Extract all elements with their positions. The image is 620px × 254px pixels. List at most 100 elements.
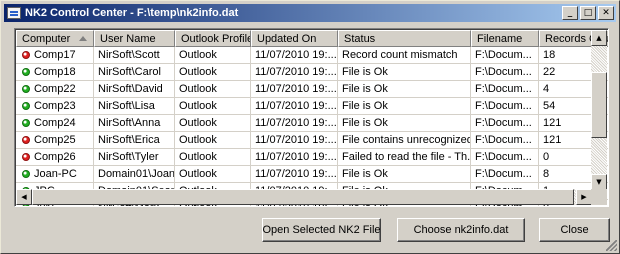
cell-text: 22 xyxy=(543,66,556,78)
table-row[interactable]: Comp24 NirSoft\Anna Outlook 11/07/2010 19:.… xyxy=(16,115,608,132)
cell-text: 0 xyxy=(543,151,550,163)
cell-text: File is Ok xyxy=(342,83,388,95)
table-cell-updated-on: 11/07/2010 19:... xyxy=(251,115,338,132)
cell-text: NirSoft\Erica xyxy=(98,134,160,146)
close-button[interactable]: Close xyxy=(539,218,610,242)
column-header-label: Filename xyxy=(477,33,523,45)
scroll-left-button[interactable]: ◀ xyxy=(16,189,32,205)
table-cell-user-name: NirSoft\Tyler xyxy=(94,149,175,166)
cell-text: 11/07/2010 19:... xyxy=(255,117,337,129)
table-cell-user-name: NirSoft\Erica xyxy=(94,132,175,149)
table-cell-status: File contains unrecognized... xyxy=(338,132,471,149)
cell-text: NirSoft\Tyler xyxy=(98,151,159,163)
minimize-button[interactable]: _ xyxy=(562,6,578,20)
table-row[interactable]: Comp17 NirSoft\Scott Outlook 11/07/2010 19:… xyxy=(16,47,608,64)
table-cell-outlook-profile: Outlook xyxy=(175,98,251,115)
cell-text: Outlook xyxy=(179,83,217,95)
maximize-button[interactable]: □ xyxy=(580,6,596,20)
column-header-label: Updated On xyxy=(257,33,317,45)
cell-text: Comp26 xyxy=(34,151,76,163)
close-window-button[interactable]: ✕ xyxy=(598,6,614,20)
table-cell-outlook-profile: Outlook xyxy=(175,132,251,149)
table-cell-computer: Comp24 xyxy=(16,115,94,132)
horizontal-scrollbar[interactable]: ◀ ▶ xyxy=(16,189,592,205)
cell-text: Outlook xyxy=(179,168,217,180)
table-cell-status: File is Ok xyxy=(338,115,471,132)
table-cell-filename: F:\Docum... xyxy=(471,64,539,81)
status-ok-icon xyxy=(22,102,30,110)
table-cell-user-name: NirSoft\David xyxy=(94,81,175,98)
cell-text: F:\Docum... xyxy=(475,83,532,95)
column-header-user-name[interactable]: User Name xyxy=(94,30,175,47)
table-cell-outlook-profile: Outlook xyxy=(175,149,251,166)
table-row[interactable]: Comp25 NirSoft\Erica Outlook 11/07/2010 19:… xyxy=(16,132,608,149)
table-cell-status: File is Ok xyxy=(338,166,471,183)
table-cell-updated-on: 11/07/2010 19:... xyxy=(251,132,338,149)
status-ok-icon xyxy=(22,85,30,93)
table-cell-filename: F:\Docum... xyxy=(471,81,539,98)
cell-text: Domain01\Joan xyxy=(98,168,175,180)
table-cell-status: File is Ok xyxy=(338,81,471,98)
horizontal-scroll-thumb[interactable] xyxy=(32,189,574,205)
table-row[interactable]: Joan-PC Domain01\Joan Outlook 11/07/2010 19… xyxy=(16,166,608,183)
status-error-icon xyxy=(22,136,30,144)
vertical-scrollbar[interactable]: ▲ ▼ xyxy=(591,30,607,190)
cell-text: Outlook xyxy=(179,134,217,146)
scroll-up-button[interactable]: ▲ xyxy=(591,30,607,46)
column-header-label: Computer xyxy=(22,33,71,45)
status-error-icon xyxy=(22,51,30,59)
scroll-down-button[interactable]: ▼ xyxy=(591,174,607,190)
column-header-computer[interactable]: Computer xyxy=(16,30,94,47)
column-header-label: Outlook Profile xyxy=(181,33,251,45)
table-cell-user-name: NirSoft\Lisa xyxy=(94,98,175,115)
cell-text: Outlook xyxy=(179,151,217,163)
title-buttons: _ □ ✕ xyxy=(560,6,614,20)
cell-text: F:\Docum... xyxy=(475,151,532,163)
table-cell-computer: Comp23 xyxy=(16,98,94,115)
table-cell-filename: F:\Docum... xyxy=(471,98,539,115)
cell-text: Joan-PC xyxy=(34,168,77,180)
cell-text: File contains unrecognized... xyxy=(342,134,471,146)
cell-text: 11/07/2010 19:... xyxy=(255,66,337,78)
cell-text: Outlook xyxy=(179,100,217,112)
table-row[interactable]: Comp26 NirSoft\Tyler Outlook 11/07/2010 19:… xyxy=(16,149,608,166)
status-error-icon xyxy=(22,153,30,161)
scroll-right-button[interactable]: ▶ xyxy=(576,189,592,205)
scrollbar-corner xyxy=(591,189,607,205)
table-row[interactable]: Comp22 NirSoft\David Outlook 11/07/2010 19:… xyxy=(16,81,608,98)
window-title: NK2 Control Center - F:\temp\nk2info.dat xyxy=(25,7,239,19)
cell-text: 8 xyxy=(543,168,550,180)
open-selected-nk2-button[interactable]: Open Selected NK2 File xyxy=(262,218,381,242)
vertical-scroll-thumb[interactable] xyxy=(591,72,607,138)
files-list-view[interactable]: Computer User Name Outlook Profile Updated … xyxy=(14,28,609,207)
title-bar[interactable]: NK2 Control Center - F:\temp\nk2info.dat… xyxy=(4,4,616,22)
main-window: NK2 Control Center - F:\temp\nk2info.dat… xyxy=(0,0,620,254)
table-cell-filename: F:\Docum... xyxy=(471,132,539,149)
table-row[interactable]: Comp18 NirSoft\Carol Outlook 11/07/2010 19:… xyxy=(16,64,608,81)
cell-text: Comp23 xyxy=(34,100,76,112)
choose-nk2info-button[interactable]: Choose nk2info.dat xyxy=(397,218,525,242)
cell-text: 11/07/2010 19:... xyxy=(255,168,337,180)
cell-text: NirSoft\Scott xyxy=(98,49,160,61)
cell-text: 11/07/2010 19:... xyxy=(255,151,337,163)
column-header-status[interactable]: Status xyxy=(338,30,471,47)
list-header: Computer User Name Outlook Profile Updated … xyxy=(16,30,608,47)
column-header-updated-on[interactable]: Updated On xyxy=(251,30,338,47)
cell-text: 11/07/2010 19:... xyxy=(255,134,337,146)
column-header-outlook-profile[interactable]: Outlook Profile xyxy=(175,30,251,47)
column-header-filename[interactable]: Filename xyxy=(471,30,539,47)
cell-text: File is Ok xyxy=(342,117,388,129)
status-ok-icon xyxy=(22,119,30,127)
cell-text: Comp18 xyxy=(34,66,76,78)
table-cell-user-name: NirSoft\Carol xyxy=(94,64,175,81)
table-cell-status: Record count mismatch xyxy=(338,47,471,64)
cell-text: Comp25 xyxy=(34,134,76,146)
cell-text: 11/07/2010 19:... xyxy=(255,100,337,112)
cell-text: NirSoft\David xyxy=(98,83,163,95)
table-row[interactable]: Comp23 NirSoft\Lisa Outlook 11/07/2010 19:.… xyxy=(16,98,608,115)
table-cell-status: File is Ok xyxy=(338,98,471,115)
cell-text: Outlook xyxy=(179,117,217,129)
resize-grip-icon[interactable] xyxy=(606,240,617,251)
list-rows: Comp17 NirSoft\Scott Outlook 11/07/2010 19:… xyxy=(16,47,608,206)
cell-text: File is Ok xyxy=(342,100,388,112)
